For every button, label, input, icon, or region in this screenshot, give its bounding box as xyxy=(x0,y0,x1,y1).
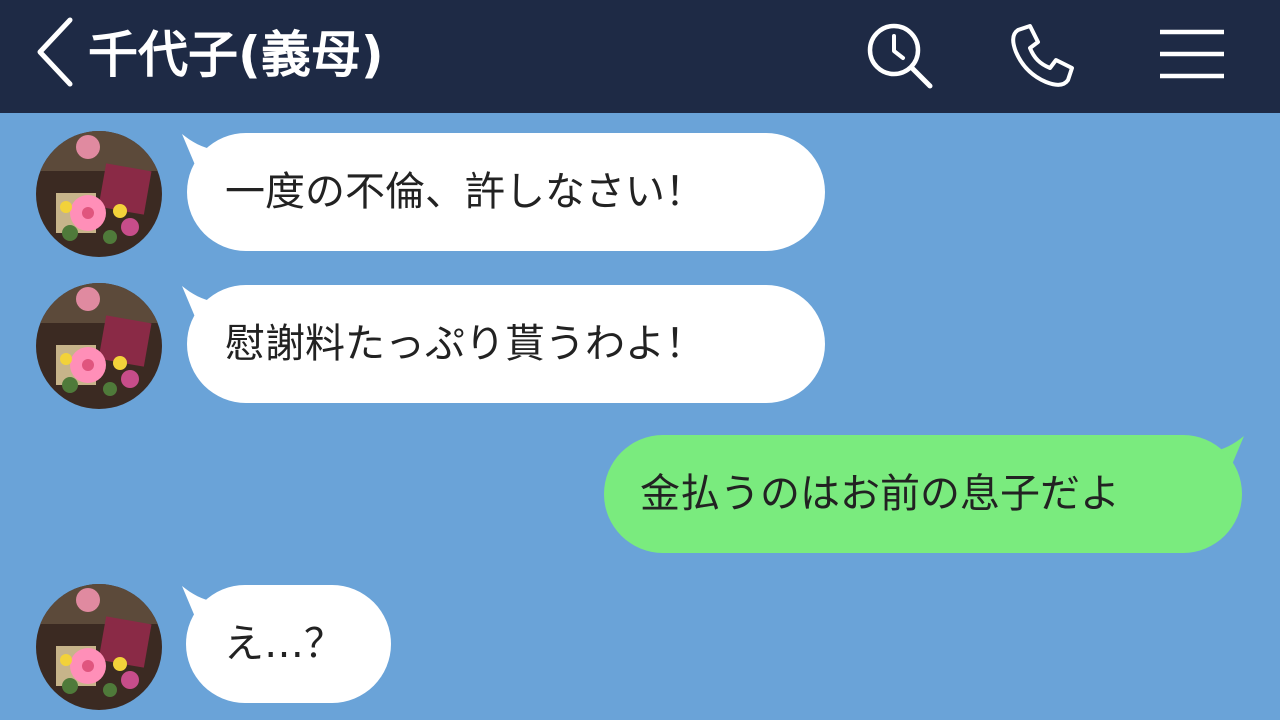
incoming-message-bubble[interactable]: え…？ xyxy=(186,585,391,703)
search-icon[interactable] xyxy=(864,20,936,92)
message-text: 慰謝料たっぷり貰うわよ！ xyxy=(225,321,705,367)
outgoing-message-bubble[interactable]: 金払うのはお前の息子だよ xyxy=(604,435,1242,553)
back-chevron-icon[interactable] xyxy=(34,16,78,88)
chat-header: 千代子(義母) xyxy=(0,0,1280,113)
message-text: え…？ xyxy=(224,621,344,667)
contact-avatar[interactable] xyxy=(36,584,162,710)
contact-avatar[interactable] xyxy=(36,283,162,409)
contact-name: 千代子(義母) xyxy=(88,26,384,84)
incoming-message-bubble[interactable]: 一度の不倫、許しなさい！ xyxy=(187,133,825,251)
contact-avatar[interactable] xyxy=(36,131,162,257)
message-text: 一度の不倫、許しなさい！ xyxy=(225,169,705,215)
incoming-message-bubble[interactable]: 慰謝料たっぷり貰うわよ！ xyxy=(187,285,825,403)
menu-icon[interactable] xyxy=(1156,20,1228,92)
message-text: 金払うのはお前の息子だよ xyxy=(640,471,1120,517)
phone-icon[interactable] xyxy=(1006,20,1078,92)
